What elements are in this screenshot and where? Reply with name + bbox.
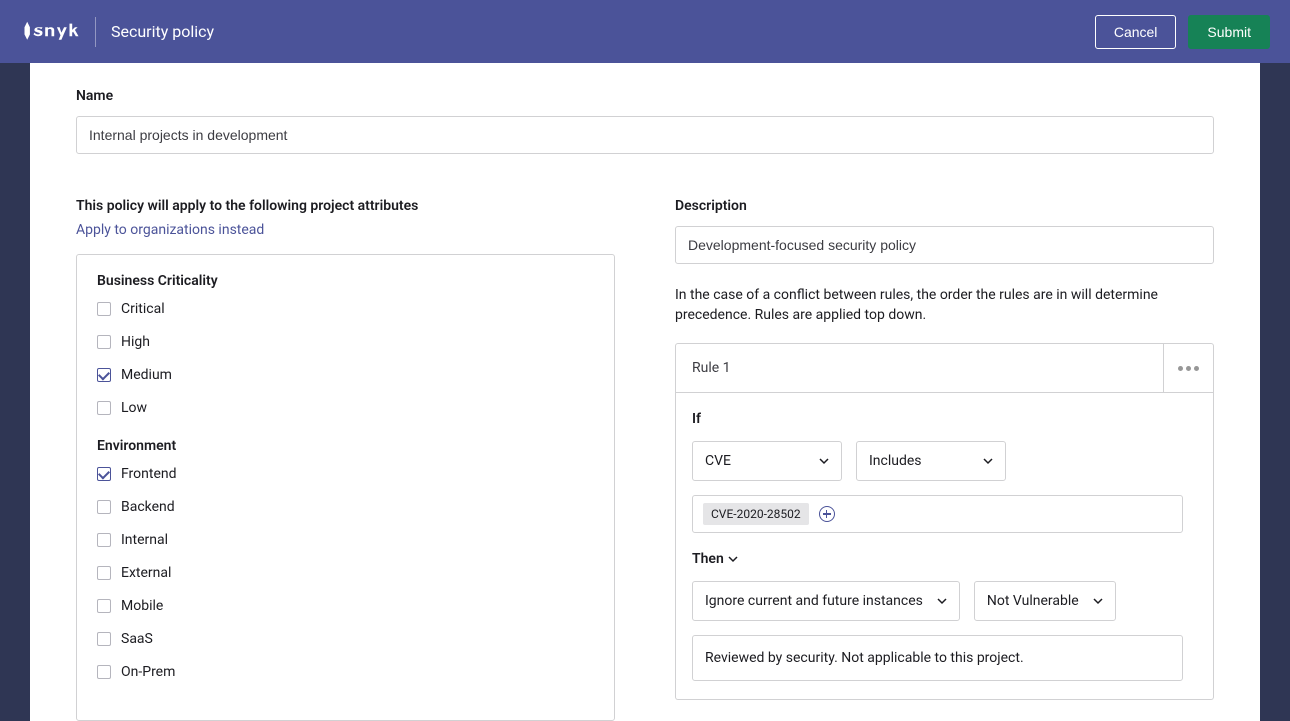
chevron-down-icon — [937, 596, 947, 606]
checkbox-label: External — [121, 565, 171, 581]
action-row: Ignore current and future instances Not … — [692, 581, 1183, 621]
chevron-down-icon — [983, 456, 993, 466]
action-status-value: Not Vulnerable — [987, 593, 1079, 609]
checkbox-label: Critical — [121, 301, 165, 317]
checkbox-mobile[interactable] — [97, 599, 111, 613]
attr-group-business-criticality: Business Criticality Critical High Mediu… — [97, 273, 594, 416]
chevron-down-icon — [819, 456, 829, 466]
chevron-down-icon — [1093, 596, 1103, 606]
more-horizontal-icon — [1178, 366, 1199, 371]
checkbox-low[interactable] — [97, 401, 111, 415]
condition-type-value: CVE — [705, 453, 731, 469]
checkbox-label: Medium — [121, 367, 172, 383]
cve-tag: CVE-2020-28502 — [703, 503, 809, 525]
chevron-down-icon — [728, 554, 738, 564]
checkbox-row[interactable]: Frontend — [97, 466, 594, 482]
rule-body: If CVE Includes CVE-2020-28502 — [675, 393, 1214, 700]
attr-group-environment: Environment Frontend Backend Internal — [97, 438, 594, 680]
checkbox-row[interactable]: On-Prem — [97, 664, 594, 680]
checkbox-label: Mobile — [121, 598, 163, 614]
header-actions: Cancel Submit — [1095, 15, 1270, 49]
checkbox-row[interactable]: External — [97, 565, 594, 581]
checkbox-external[interactable] — [97, 566, 111, 580]
name-label: Name — [76, 88, 1214, 104]
description-label: Description — [675, 198, 1214, 214]
checkbox-high[interactable] — [97, 335, 111, 349]
attr-group-title: Business Criticality — [97, 273, 594, 289]
checkbox-row[interactable]: SaaS — [97, 631, 594, 647]
checkbox-row[interactable]: Mobile — [97, 598, 594, 614]
checkbox-label: High — [121, 334, 150, 350]
add-icon[interactable] — [819, 506, 835, 522]
checkbox-label: Internal — [121, 532, 168, 548]
checkbox-onprem[interactable] — [97, 665, 111, 679]
header-left: Security policy — [20, 17, 214, 47]
checkbox-row[interactable]: Critical — [97, 301, 594, 317]
checkbox-row[interactable]: Backend — [97, 499, 594, 515]
submit-button[interactable]: Submit — [1188, 15, 1270, 49]
rules-precedence-text: In the case of a conflict between rules,… — [675, 286, 1214, 325]
checkbox-row[interactable]: Low — [97, 400, 594, 416]
checkbox-frontend[interactable] — [97, 467, 111, 481]
attributes-box: Business Criticality Critical High Mediu… — [76, 254, 615, 721]
rule-menu-button[interactable] — [1163, 344, 1213, 392]
condition-operator-value: Includes — [869, 453, 922, 469]
columns: This policy will apply to the following … — [76, 198, 1214, 721]
apply-organizations-link[interactable]: Apply to organizations instead — [76, 222, 264, 238]
attr-group-title: Environment — [97, 438, 594, 454]
checkbox-row[interactable]: High — [97, 334, 594, 350]
checkbox-row[interactable]: Internal — [97, 532, 594, 548]
action-select[interactable]: Ignore current and future instances — [692, 581, 960, 621]
checkbox-internal[interactable] — [97, 533, 111, 547]
description-input[interactable] — [675, 226, 1214, 264]
action-status-select[interactable]: Not Vulnerable — [974, 581, 1116, 621]
condition-row: CVE Includes — [692, 441, 1183, 481]
content-panel: Name This policy will apply to the follo… — [30, 63, 1260, 721]
checkbox-label: Frontend — [121, 466, 177, 482]
rule-header: Rule 1 — [675, 343, 1214, 393]
checkbox-medium[interactable] — [97, 368, 111, 382]
reason-input[interactable]: Reviewed by security. Not applicable to … — [692, 635, 1183, 681]
action-value: Ignore current and future instances — [705, 593, 923, 609]
name-input[interactable] — [76, 116, 1214, 154]
checkbox-row[interactable]: Medium — [97, 367, 594, 383]
outer-frame: Name This policy will apply to the follo… — [0, 63, 1290, 721]
checkbox-label: SaaS — [121, 631, 153, 647]
attributes-section-label: This policy will apply to the following … — [76, 198, 615, 214]
page-title: Security policy — [111, 22, 214, 41]
checkbox-label: Low — [121, 400, 147, 416]
checkbox-critical[interactable] — [97, 302, 111, 316]
condition-operator-select[interactable]: Includes — [856, 441, 1006, 481]
app-header: Security policy Cancel Submit — [0, 0, 1290, 63]
rules-column: Description In the case of a conflict be… — [675, 198, 1214, 721]
condition-type-select[interactable]: CVE — [692, 441, 842, 481]
checkbox-saas[interactable] — [97, 632, 111, 646]
cancel-button[interactable]: Cancel — [1095, 15, 1177, 49]
then-label-text: Then — [692, 551, 724, 567]
rule-title: Rule 1 — [676, 360, 747, 376]
attributes-column: This policy will apply to the following … — [76, 198, 615, 721]
checkbox-backend[interactable] — [97, 500, 111, 514]
checkbox-label: On-Prem — [121, 664, 175, 680]
checkbox-label: Backend — [121, 499, 175, 515]
snyk-logo — [20, 17, 96, 47]
condition-value-input[interactable]: CVE-2020-28502 — [692, 495, 1183, 533]
if-label: If — [692, 411, 1183, 427]
then-label: Then — [692, 551, 1183, 567]
